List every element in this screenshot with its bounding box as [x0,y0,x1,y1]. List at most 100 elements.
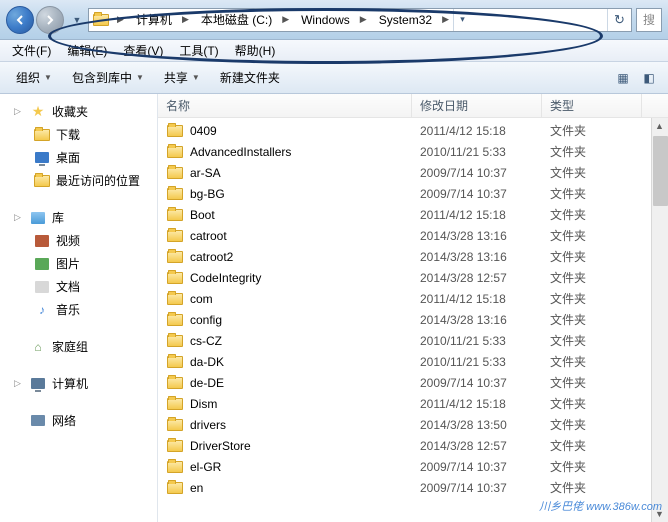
file-name: drivers [190,418,420,432]
folder-icon [166,123,184,139]
column-name[interactable]: 名称 [158,94,412,117]
file-name: cs-CZ [190,334,420,348]
menu-file[interactable]: 文件(F) [4,40,59,61]
file-type: 文件夹 [550,437,650,454]
file-date: 2010/11/21 5:33 [420,145,550,159]
file-row[interactable]: Dism2011/4/12 15:18文件夹 [158,393,668,414]
file-row[interactable]: CodeIntegrity2014/3/28 12:57文件夹 [158,267,668,288]
folder-icon [166,291,184,307]
file-row[interactable]: config2014/3/28 13:16文件夹 [158,309,668,330]
breadcrumb-separator[interactable]: ▶ [113,9,128,31]
breadcrumb-item[interactable]: 计算机 [128,9,178,31]
back-button[interactable] [6,6,34,34]
scroll-up-button[interactable]: ▲ [652,118,667,134]
sidebar-item-recent[interactable]: 最近访问的位置 [0,169,157,192]
folder-icon [166,144,184,160]
view-options-icon[interactable]: ▦ [612,67,634,89]
breadcrumb-separator[interactable]: ▶ [278,9,293,31]
file-row[interactable]: DriverStore2014/3/28 12:57文件夹 [158,435,668,456]
file-row[interactable]: 04092011/4/12 15:18文件夹 [158,120,668,141]
file-date: 2014/3/28 13:50 [420,418,550,432]
sidebar-item-pictures[interactable]: 图片 [0,252,157,275]
breadcrumb-item[interactable]: Windows [293,9,356,31]
sidebar-item-documents[interactable]: 文档 [0,275,157,298]
homegroup-icon: ⌂ [30,339,46,355]
sidebar-computer[interactable]: ▷ 计算机 [0,372,157,395]
file-row[interactable]: da-DK2010/11/21 5:33文件夹 [158,351,668,372]
folder-icon [166,396,184,412]
forward-button[interactable] [36,6,64,34]
file-row[interactable]: Boot2011/4/12 15:18文件夹 [158,204,668,225]
chevron-down-icon: ▼ [136,73,144,82]
vertical-scrollbar[interactable]: ▲ ▼ [651,118,668,522]
column-type[interactable]: 类型 [542,94,642,117]
file-row[interactable]: AdvancedInstallers2010/11/21 5:33文件夹 [158,141,668,162]
sidebar-homegroup[interactable]: ⌂ 家庭组 [0,335,157,358]
menu-view[interactable]: 查看(V) [115,40,171,61]
scroll-thumb[interactable] [653,136,668,206]
sidebar-libraries[interactable]: ▷ 库 [0,206,157,229]
file-type: 文件夹 [550,458,650,475]
file-row[interactable]: catroot22014/3/28 13:16文件夹 [158,246,668,267]
file-date: 2014/3/28 12:57 [420,439,550,453]
share-button[interactable]: 共享▼ [156,65,208,90]
file-row[interactable]: cs-CZ2010/11/21 5:33文件夹 [158,330,668,351]
desktop-icon [34,150,50,166]
file-type: 文件夹 [550,374,650,391]
file-row[interactable]: catroot2014/3/28 13:16文件夹 [158,225,668,246]
breadcrumb-separator[interactable]: ▶ [178,9,193,31]
sidebar-item-downloads[interactable]: 下载 [0,123,157,146]
document-icon [34,279,50,295]
chevron-down-icon: ▼ [44,73,52,82]
file-date: 2009/7/14 10:37 [420,481,550,495]
file-row[interactable]: bg-BG2009/7/14 10:37文件夹 [158,183,668,204]
refresh-button[interactable]: ↻ [607,9,631,31]
file-row[interactable]: el-GR2009/7/14 10:37文件夹 [158,456,668,477]
file-row[interactable]: ar-SA2009/7/14 10:37文件夹 [158,162,668,183]
organize-button[interactable]: 组织▼ [8,65,60,90]
sidebar-favorites[interactable]: ▷ ★ 收藏夹 [0,100,157,123]
include-library-button[interactable]: 包含到库中▼ [64,65,152,90]
file-row[interactable]: de-DE2009/7/14 10:37文件夹 [158,372,668,393]
folder-icon [166,459,184,475]
menu-help[interactable]: 帮助(H) [227,40,284,61]
address-dropdown[interactable]: ▾ [453,9,471,31]
file-row[interactable]: en2009/7/14 10:37文件夹 [158,477,668,498]
folder-icon [166,186,184,202]
file-type: 文件夹 [550,143,650,160]
scroll-down-button[interactable]: ▼ [652,506,667,522]
file-date: 2011/4/12 15:18 [420,124,550,138]
history-dropdown[interactable]: ▼ [70,10,84,30]
breadcrumb-separator[interactable]: ▶ [356,9,371,31]
chevron-down-icon: ▼ [192,73,200,82]
address-bar[interactable]: ▶ 计算机 ▶ 本地磁盘 (C:) ▶ Windows ▶ System32 ▶… [88,8,632,32]
file-date: 2014/3/28 13:16 [420,229,550,243]
column-date[interactable]: 修改日期 [412,94,542,117]
breadcrumb-item[interactable]: System32 [371,9,438,31]
file-type: 文件夹 [550,479,650,496]
file-name: config [190,313,420,327]
file-type: 文件夹 [550,122,650,139]
folder-icon [166,417,184,433]
sidebar-network[interactable]: 网络 [0,409,157,432]
file-row[interactable]: com2011/4/12 15:18文件夹 [158,288,668,309]
file-type: 文件夹 [550,206,650,223]
preview-pane-icon[interactable]: ◧ [638,67,660,89]
sidebar-item-videos[interactable]: 视频 [0,229,157,252]
search-input[interactable]: 搜 [636,8,662,32]
file-type: 文件夹 [550,185,650,202]
file-name: CodeIntegrity [190,271,420,285]
file-date: 2010/11/21 5:33 [420,355,550,369]
breadcrumb-item[interactable]: 本地磁盘 (C:) [193,9,278,31]
folder-icon [166,354,184,370]
new-folder-button[interactable]: 新建文件夹 [212,65,288,90]
menu-tools[interactable]: 工具(T) [171,40,226,61]
breadcrumb-separator[interactable]: ▶ [438,9,453,31]
menu-edit[interactable]: 编辑(E) [59,40,115,61]
sidebar-item-desktop[interactable]: 桌面 [0,146,157,169]
sidebar-item-music[interactable]: ♪音乐 [0,298,157,321]
file-type: 文件夹 [550,290,650,307]
folder-icon [166,480,184,496]
file-row[interactable]: drivers2014/3/28 13:50文件夹 [158,414,668,435]
file-list[interactable]: 04092011/4/12 15:18文件夹AdvancedInstallers… [158,118,668,522]
